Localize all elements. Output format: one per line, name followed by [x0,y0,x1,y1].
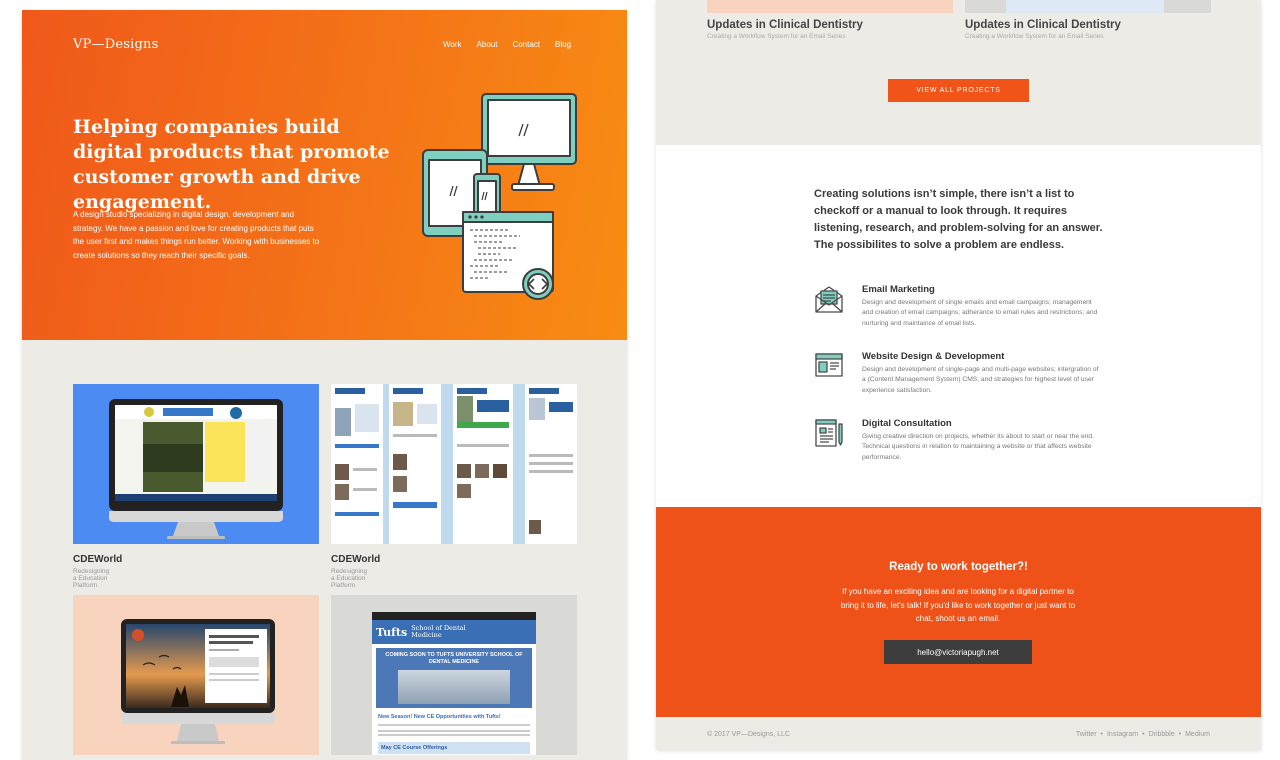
email-section-title: May CE Course Offerings [378,742,530,754]
nav-item-contact[interactable]: Contact [512,40,540,49]
site-footer: © 2017 VP—Designs, LLC Twitter • Instagr… [656,717,1261,750]
devices-illustration-icon [422,93,577,300]
email-preheader [372,612,536,620]
service-description: Design and development of single-page an… [862,366,1099,394]
email-mockup-partial [1006,0,1164,13]
email-headline: New Season! New CE Opportunities with Tu… [378,714,501,720]
services-section: Creating solutions isn’t simple, there i… [656,145,1261,507]
nav-item-about[interactable]: About [477,40,498,49]
social-link-instagram[interactable]: Instagram [1107,731,1138,738]
tufts-school: School of Dental Medicine [411,624,466,639]
nav-item-work[interactable]: Work [443,40,462,49]
hero-headline: Helping companies build digital products… [73,116,390,213]
building-photo [398,670,510,704]
cta-body: If you have an exciting idea and are loo… [840,587,1076,623]
project-thumbnail-partial[interactable] [707,0,953,13]
social-link-dribbble[interactable]: Dribbble [1149,731,1175,738]
email-contact-button[interactable]: hello@victoriapugh.net [884,640,1032,664]
social-link-twitter[interactable]: Twitter [1076,731,1097,738]
service-description: Design and development of single emails … [862,299,1098,327]
email-banner: COMING SOON TO TUFTS UNIVERSITY SCHOOL O… [376,648,532,708]
service-title: Digital Consultation [862,418,952,429]
service-description: Giving creative direction on projects, w… [862,433,1094,461]
main-nav: Work About Contact Blog [443,40,571,49]
project-thumbnail-sunset-desktop[interactable] [73,595,319,755]
cta-title: Ready to work together?! [889,561,1028,573]
nav-item-blog[interactable]: Blog [555,40,571,49]
service-title: Email Marketing [862,284,935,295]
email-banner-text: COMING SOON TO TUFTS UNIVERSITY SCHOOL O… [385,652,523,665]
email-mockup: Tufts School of Dental Medicine COMING S… [372,612,536,755]
project-thumbnail-cdeworld-emails[interactable] [331,384,577,544]
separator-dot: • [1142,731,1145,738]
email-strips-icon [331,384,577,544]
project-thumbnail-partial[interactable] [965,0,1211,13]
project-subtitle: Creating a Workflow System for an Email … [965,33,1104,40]
project-thumbnail-tufts-email[interactable]: Tufts School of Dental Medicine COMING S… [331,595,577,755]
service-title: Website Design & Development [862,351,1005,362]
project-subtitle: Redesigning a Education Platform [331,568,368,589]
copyright-text: © 2017 VP—Designs, LLC [707,731,790,738]
browser-window-icon [815,353,843,377]
social-links: Twitter • Instagram • Dribbble • Medium [1076,731,1210,738]
imac-mockup-icon [121,619,275,744]
email-text-line [378,730,530,732]
email-text-line [378,724,530,726]
site-logo[interactable]: VP—Designs [73,37,158,52]
social-link-medium[interactable]: Medium [1185,731,1210,738]
project-subtitle: Creating a Workflow System for an Email … [707,33,846,40]
project-title[interactable]: CDEWorld [73,554,122,565]
services-intro: Creating solutions isn’t simple, there i… [814,188,1103,251]
project-title[interactable]: CDEWorld [331,554,380,565]
imac-mockup-icon [109,399,283,539]
right-page-screenshot: Updates in Clinical Dentistry Creating a… [656,0,1261,750]
hero-section: VP—Designs Work About Contact Blog Helpi… [22,10,627,340]
service-digital-consultation: Digital Consultation Giving creative dir… [814,418,1104,463]
contact-cta-section: Ready to work together?! If you have an … [656,507,1261,717]
left-page-screenshot: VP—Designs Work About Contact Blog Helpi… [22,10,627,760]
service-email-marketing: Email Marketing Design and development o… [814,284,1104,329]
view-all-projects-button[interactable]: VIEW ALL PROJECTS [888,79,1029,102]
project-title[interactable]: Updates in Clinical Dentistry [707,19,863,31]
separator-dot: • [1178,731,1182,738]
document-pen-icon [815,419,843,447]
hero-description: A design studio specializing in digital … [73,210,320,260]
service-website-design: Website Design & Development Design and … [814,351,1104,396]
email-text-line [378,734,530,736]
project-title[interactable]: Updates in Clinical Dentistry [965,19,1121,31]
email-envelope-icon [815,286,843,313]
tufts-brand: Tufts [376,625,408,639]
project-subtitle: Redesigning a Education Platform [73,568,110,589]
separator-dot: • [1100,731,1103,738]
email-header: Tufts School of Dental Medicine [372,620,536,644]
project-thumbnail-cdeworld-desktop[interactable] [73,384,319,544]
